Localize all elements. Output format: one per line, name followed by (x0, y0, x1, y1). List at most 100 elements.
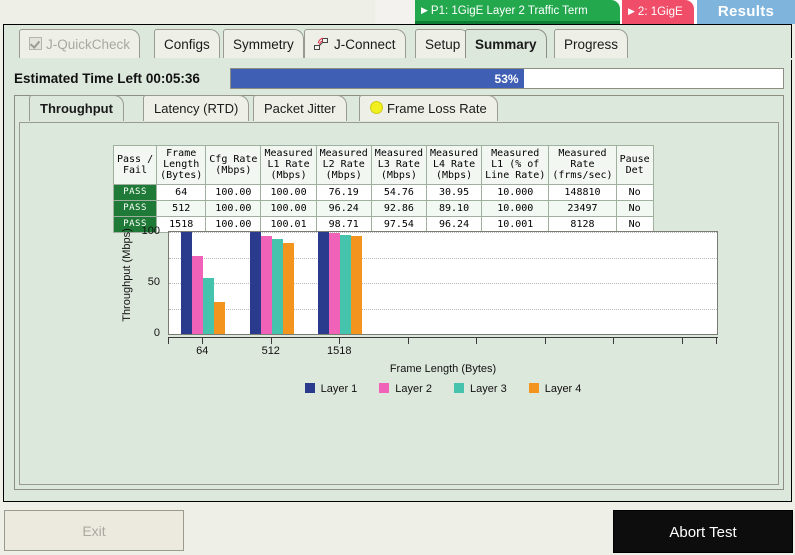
chart-x-tick (270, 337, 272, 344)
table-header-cell-1: Frame Length (Bytes) (156, 145, 207, 185)
port-status-bar: ▶ P1: 1GigE Layer 2 Traffic Term ▶ 2: 1Gig… (0, 0, 795, 24)
chart-legend-item: Layer 2 (379, 383, 432, 395)
chart-x-tick-label: 512 (261, 345, 280, 357)
table-cell-9: No (615, 215, 654, 233)
tab-summary[interactable]: Summary (465, 29, 547, 58)
port-tab-p1-label: P1: 1GigE Layer 2 Traffic Term (430, 5, 588, 17)
abort-test-button[interactable]: Abort Test (613, 510, 793, 553)
port-tab-2-label: 2: 1GigE (637, 6, 683, 18)
chart-y-tick-label: 100 (141, 225, 160, 237)
tab-j-quickcheck-label: J-QuickCheck (46, 37, 131, 52)
tab-throughput[interactable]: Throughput (29, 95, 124, 121)
checkbox-checked-icon (29, 37, 42, 50)
chart-x-tick-label: 64 (196, 345, 209, 357)
chart-x-axis-endcap (168, 337, 169, 344)
chart-y-tick-label: 0 (153, 327, 160, 339)
table-cell-3: 100.00 (260, 183, 317, 201)
tab-throughput-label: Throughput (40, 101, 113, 116)
table-cell-6: 30.95 (425, 183, 483, 201)
throughput-chart: Throughput (Mbps) 0 50 100 64 512 1518 Frame… (120, 226, 720, 395)
table-cell-4: 98.71 (315, 215, 372, 233)
chart-x-tick (339, 337, 341, 344)
topbar-spacer (375, 0, 415, 24)
application-window: ▶ P1: 1GigE Layer 2 Traffic Term ▶ 2: 1Gig… (0, 0, 795, 555)
main-window-frame: J-QuickCheck Configs Symmetry J-Connect … (3, 24, 793, 502)
table-cell-5: 54.76 (370, 183, 427, 201)
table-cell-4: 96.24 (315, 199, 372, 217)
chart-x-tick (476, 337, 478, 344)
chart-x-tick (681, 337, 683, 344)
table-cell-2: 100.00 (205, 183, 262, 201)
throughput-panel-body: Pass / Fail Frame Length (Bytes) Cfg Rate … (19, 122, 779, 485)
chart-bar (329, 233, 341, 334)
progress-bar-percent: 53% (494, 72, 519, 86)
port-tab-p1[interactable]: ▶ P1: 1GigE Layer 2 Traffic Term (415, 0, 620, 24)
table-header-cell-6: Measured L4 Rate (Mbps) (425, 145, 483, 185)
table-row: PASS 1518 100.00 100.01 98.71 97.54 96.24 10.00… (112, 215, 654, 233)
j-connect-icon (314, 32, 331, 50)
chart-bar (203, 278, 215, 334)
chart-bar (260, 235, 272, 334)
results-button[interactable]: Results (697, 0, 795, 24)
table-cell-2: 100.00 (205, 215, 262, 233)
chart-bar (214, 302, 226, 334)
chart-legend-swatch (304, 383, 315, 393)
tab-frame-loss-rate[interactable]: Frame Loss Rate (359, 95, 498, 121)
table-header-cell-0: Pass / Fail (112, 145, 158, 185)
table-body: PASS 64 100.00 100.00 76.19 54.76 30.95 10.000 1… (112, 183, 654, 233)
table-header-cell-4: Measured L2 Rate (Mbps) (315, 145, 372, 185)
tab-packet-jitter-label: Packet Jitter (264, 101, 336, 116)
table-cell-1: 64 (156, 183, 207, 201)
chart-gridline (169, 334, 717, 335)
tab-packet-jitter[interactable]: Packet Jitter (253, 95, 347, 121)
tab-j-connect-label: J-Connect (334, 37, 396, 52)
tab-setup[interactable]: Setup (415, 29, 471, 58)
play-caret-icon: ▶ (421, 5, 428, 15)
estimated-time-text: Estimated Time Left (14, 71, 143, 86)
chart-bar (351, 235, 363, 334)
status-badge: PASS (112, 199, 158, 217)
table-cell-6: 96.24 (425, 215, 483, 233)
table-cell-6: 89.10 (425, 199, 483, 217)
table-cell-7: 10.000 (481, 183, 550, 201)
table-cell-8: 23497 (548, 199, 617, 217)
port-tab-2[interactable]: ▶ 2: 1GigE (622, 0, 694, 24)
table-cell-3: 100.01 (260, 215, 317, 233)
main-tab-bar: J-QuickCheck Configs Symmetry J-Connect … (4, 29, 793, 60)
tab-latency-rtd-label: Latency (RTD) (154, 101, 239, 116)
chart-x-tick (202, 337, 204, 344)
tab-symmetry-label: Symmetry (233, 37, 294, 52)
table-header-cell-5: Measured L3 Rate (Mbps) (370, 145, 427, 185)
table-cell-1: 1518 (156, 215, 207, 233)
summary-panel: Throughput Latency (RTD) Packet Jitter F… (14, 95, 784, 490)
table-cell-5: 92.86 (370, 199, 427, 217)
chart-x-axis-endcap (716, 337, 717, 344)
tab-setup-label: Setup (425, 37, 461, 52)
chart-bar (318, 232, 330, 334)
chart-legend-item: Layer 1 (304, 383, 357, 395)
table-cell-2: 100.00 (205, 199, 262, 217)
topbar-left-filler (0, 0, 375, 24)
progress-bar: 53% (230, 68, 784, 89)
table-cell-7: 10.001 (481, 215, 550, 233)
tab-latency-rtd[interactable]: Latency (RTD) (143, 95, 250, 121)
exit-button[interactable]: Exit (4, 510, 184, 551)
chart-bar (181, 232, 193, 334)
tab-j-quickcheck[interactable]: J-QuickCheck (19, 29, 141, 58)
table-header-cell-9: Pause Det (615, 145, 654, 185)
tab-progress[interactable]: Progress (554, 29, 629, 58)
chart-legend-label: Layer 3 (470, 383, 507, 395)
tab-j-connect[interactable]: J-Connect (304, 29, 406, 58)
estimated-time-row: Estimated Time Left 00:05:36 53% (14, 68, 784, 90)
chart-bar (271, 239, 283, 334)
chart-legend-item: Layer 4 (528, 383, 582, 395)
results-table: Pass / Fail Frame Length (Bytes) Cfg Rate … (112, 145, 654, 233)
chart-y-axis-title-text: Throughput (Mbps) (121, 228, 133, 322)
chart-legend-label: Layer 4 (544, 383, 582, 395)
tab-configs[interactable]: Configs (154, 29, 220, 58)
table-cell-3: 100.00 (260, 199, 317, 217)
table-cell-4: 76.19 (315, 183, 372, 201)
tab-summary-label: Summary (475, 37, 537, 52)
tab-symmetry[interactable]: Symmetry (223, 29, 304, 58)
table-cell-9: No (615, 183, 654, 201)
